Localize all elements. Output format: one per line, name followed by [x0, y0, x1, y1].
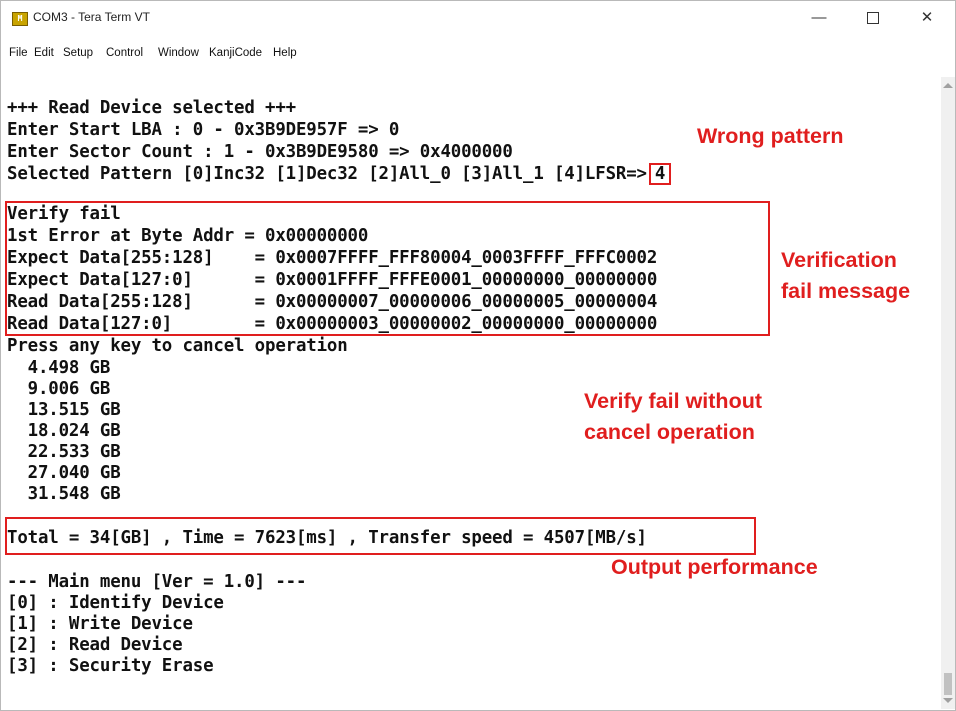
pattern-prompt: Selected Pattern [0]Inc32 [1]Dec32 [2]Al… [7, 164, 647, 184]
scrollbar-thumb[interactable] [944, 673, 952, 695]
menu-window[interactable]: Window [158, 47, 199, 59]
progress-line: 9.006 GB [7, 379, 111, 399]
terminal-line-start-lba: Enter Start LBA : 0 - 0x3B9DE957F => 0 [7, 120, 400, 140]
menu-control[interactable]: Control [106, 47, 143, 59]
menu-bar: File Edit Setup Control Window KanjiCode… [1, 47, 955, 67]
annotation-verification-line2: fail message [781, 279, 911, 303]
menu-edit[interactable]: Edit [34, 47, 54, 59]
progress-line: 4.498 GB [7, 358, 111, 378]
terminal-line-header: +++ Read Device selected +++ [7, 98, 296, 118]
progress-line: 22.533 GB [7, 442, 121, 462]
annotation-wrong-pattern: Wrong pattern [697, 124, 844, 148]
main-menu-item: [0] : Identify Device [7, 593, 224, 613]
terminal-area[interactable]: +++ Read Device selected +++ Enter Start… [7, 87, 937, 705]
main-menu-item: [3] : Security Erase [7, 656, 214, 676]
terminal-line-sector-count: Enter Sector Count : 1 - 0x3B9DE9580 => … [7, 142, 513, 162]
tera-term-window: M COM3 - Tera Term VT — ✕ File Edit Setu… [0, 0, 956, 711]
annotation-verification-line1: Verification [781, 248, 897, 272]
scroll-up-icon[interactable] [943, 83, 953, 88]
maximize-button[interactable] [850, 3, 896, 33]
output-performance-box [5, 517, 756, 555]
terminal-line-pattern: Selected Pattern [0]Inc32 [1]Dec32 [2]Al… [7, 163, 672, 185]
pattern-value: 4 [648, 163, 672, 185]
progress-line: 27.040 GB [7, 463, 121, 483]
menu-file[interactable]: File [9, 47, 28, 59]
annotation-no-cancel-line2: cancel operation [584, 420, 755, 444]
terminal-line-press-key: Press any key to cancel operation [7, 336, 348, 356]
minimize-button[interactable]: — [796, 3, 842, 33]
terminal-line-main-menu: --- Main menu [Ver = 1.0] --- [7, 572, 307, 592]
vertical-scrollbar[interactable] [941, 77, 955, 709]
menu-kanjicode[interactable]: KanjiCode [209, 47, 262, 59]
progress-line: 13.515 GB [7, 400, 121, 420]
menu-setup[interactable]: Setup [63, 47, 93, 59]
progress-line: 31.548 GB [7, 484, 121, 504]
verification-fail-box [5, 201, 770, 336]
annotation-output-performance: Output performance [611, 555, 818, 579]
window-title: COM3 - Tera Term VT [33, 10, 150, 24]
title-bar: M COM3 - Tera Term VT — ✕ [1, 1, 955, 37]
annotation-no-cancel-line1: Verify fail without [584, 389, 762, 413]
menu-help[interactable]: Help [273, 47, 297, 59]
app-icon: M [12, 12, 28, 26]
main-menu-item: [2] : Read Device [7, 635, 183, 655]
close-button[interactable]: ✕ [904, 3, 950, 33]
maximize-icon [867, 12, 879, 25]
progress-line: 18.024 GB [7, 421, 121, 441]
main-menu-item: [1] : Write Device [7, 614, 193, 634]
scroll-down-icon[interactable] [943, 698, 953, 703]
